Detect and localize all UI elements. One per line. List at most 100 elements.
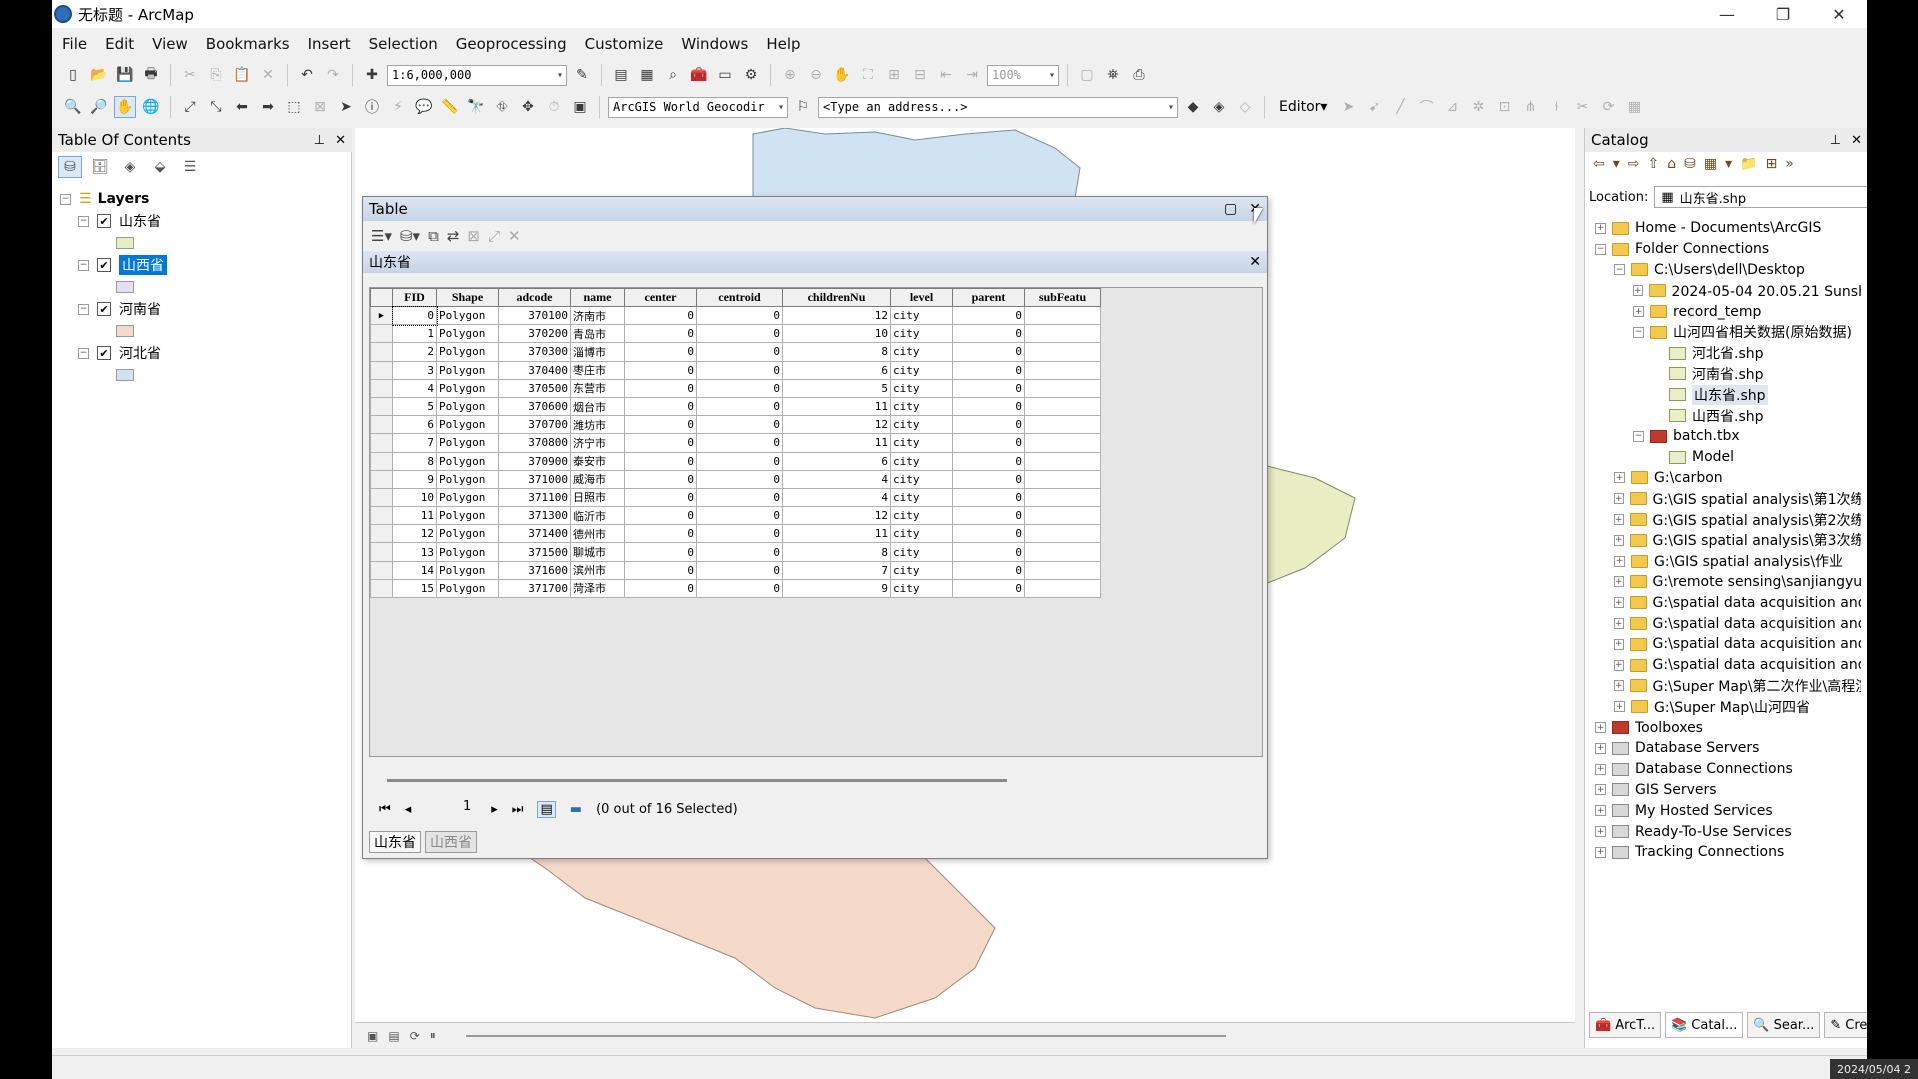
catalog-item-label[interactable]: G:\GIS spatial analysis\第2次练习\2 <box>1653 510 1861 530</box>
table-cell[interactable]: Polygon <box>436 415 499 435</box>
table-cell[interactable]: 3 <box>392 360 437 380</box>
collapse-icon[interactable]: − <box>78 259 89 271</box>
pin-icon[interactable]: ⊥ <box>314 133 325 148</box>
menu-customize[interactable]: Customize <box>585 35 664 53</box>
table-cell[interactable]: 4 <box>782 469 891 489</box>
catalog-item-label[interactable]: C:\Users\dell\Desktop <box>1654 262 1805 278</box>
table-row[interactable]: ▶ 0 Polygon 370100 济南市 0 0 12 city 0 <box>370 305 1101 326</box>
table-cell[interactable]: 潍坊市 <box>570 415 625 435</box>
editor-menu-button[interactable]: Editor▾ <box>1279 99 1327 115</box>
table-cell[interactable]: 10 <box>392 487 437 508</box>
table-horizontal-scrollbar[interactable] <box>369 775 1263 787</box>
table-cell[interactable]: 13 <box>392 542 437 562</box>
horizontal-scrollbar[interactable] <box>465 1034 1226 1037</box>
forward-icon[interactable]: ⇨ <box>1628 156 1640 172</box>
expand-icon[interactable]: + <box>1614 472 1625 484</box>
table-cell[interactable]: city <box>890 578 953 599</box>
review-icon[interactable]: ◇ <box>1234 96 1256 118</box>
georeference-icon[interactable]: ◆ <box>1182 96 1204 118</box>
layer-name[interactable]: 河北省 <box>119 343 161 363</box>
table-cell[interactable]: 370900 <box>498 451 571 471</box>
table-cell[interactable]: 济南市 <box>570 305 625 326</box>
table-cell[interactable]: 0 <box>696 360 783 380</box>
table-cell[interactable]: 0 <box>696 542 783 562</box>
table-cell[interactable]: 371400 <box>498 524 571 544</box>
catalog-item-label[interactable]: batch.tbx <box>1673 428 1740 444</box>
point-icon[interactable]: ✲ <box>1467 96 1489 118</box>
toggle-contents-icon[interactable]: ⊞ <box>1766 156 1778 172</box>
catalog-item-label[interactable]: Model <box>1692 449 1734 465</box>
table-cell[interactable]: 菏泽市 <box>570 578 625 599</box>
table-cell[interactable]: 370500 <box>498 378 571 398</box>
forward-extent-icon[interactable]: ➡ <box>257 96 279 118</box>
row-selector[interactable] <box>370 324 393 344</box>
table-cell[interactable]: 0 <box>952 433 1025 453</box>
table-cell[interactable] <box>1024 378 1101 398</box>
clear-selection-icon[interactable]: ⊠ <box>309 96 331 118</box>
table-cell[interactable]: 7 <box>782 560 891 580</box>
row-selector[interactable] <box>370 469 393 489</box>
table-cell[interactable]: 5 <box>392 396 437 417</box>
row-selector[interactable] <box>370 542 393 562</box>
table-cell[interactable]: 威海市 <box>570 469 625 489</box>
delete-icon[interactable]: ✕ <box>257 64 279 86</box>
full-extent-icon[interactable]: 🌐 <box>140 96 162 118</box>
catalog-item[interactable]: + My Hosted Services <box>1589 800 1861 821</box>
end-point-arc-icon[interactable]: ⌒ <box>1415 96 1437 118</box>
menu-bookmarks[interactable]: Bookmarks <box>206 35 290 53</box>
expand-icon[interactable]: + <box>1614 659 1624 671</box>
table-cell[interactable]: 0 <box>696 415 783 435</box>
table-cell[interactable]: 0 <box>624 360 697 380</box>
table-cell[interactable]: 0 <box>952 360 1025 380</box>
table-cell[interactable] <box>1024 433 1101 453</box>
catalog-item-label[interactable]: G:\spatial data acquisition and mar <box>1653 595 1861 611</box>
catalog-item[interactable]: + Tracking Connections <box>1589 842 1861 863</box>
catalog-item-label[interactable]: G:\GIS spatial analysis\第3次练习 (: <box>1653 530 1861 550</box>
map-scale-combo[interactable]: 1:6,000,000 ▾ <box>387 64 567 86</box>
viewer-window-icon[interactable]: ▣ <box>569 96 591 118</box>
menu-help[interactable]: Help <box>766 35 800 53</box>
table-cell[interactable]: city <box>890 487 953 508</box>
row-selector[interactable] <box>370 342 393 362</box>
catalog-item[interactable]: + Database Servers <box>1589 738 1861 759</box>
collapse-icon[interactable]: − <box>60 193 71 205</box>
fixed-zoom-in-icon[interactable]: ⤢ <box>179 96 201 118</box>
catalog-item[interactable]: Model <box>1589 447 1861 468</box>
catalog-item-label[interactable]: G:\carbon <box>1654 470 1723 486</box>
table-cell[interactable]: 0 <box>952 396 1025 417</box>
row-selector[interactable] <box>370 360 393 380</box>
pause-drawing-icon[interactable]: ⏸ <box>430 1028 436 1043</box>
python-window-icon[interactable]: ▭ <box>714 64 736 86</box>
hyperlink-icon[interactable]: ⚡ <box>387 96 409 118</box>
row-selector[interactable] <box>370 433 393 453</box>
expand-icon[interactable]: + <box>1614 576 1624 588</box>
table-cell[interactable]: 0 <box>624 542 697 562</box>
previous-record-icon[interactable]: ◂ <box>405 802 412 817</box>
table-row[interactable]: 15 Polygon 371700 菏泽市 0 0 9 city 0 <box>370 578 1101 599</box>
table-cell[interactable]: city <box>890 433 953 453</box>
table-cell[interactable]: 0 <box>696 324 783 344</box>
table-cell[interactable]: 德州市 <box>570 524 625 544</box>
layer-item[interactable]: − ✔ 山东省 <box>60 210 167 232</box>
arctoolbox-icon[interactable]: 🧰 <box>688 64 710 86</box>
table-cell[interactable]: city <box>890 378 953 398</box>
table-cell[interactable]: 371000 <box>498 469 571 489</box>
layer-name[interactable]: 山东省 <box>119 211 161 231</box>
table-row[interactable]: 4 Polygon 370500 东营市 0 0 5 city 0 <box>370 378 1101 398</box>
table-cell[interactable]: 青岛市 <box>570 324 625 344</box>
straight-segment-icon[interactable]: ╱ <box>1389 96 1411 118</box>
search-window-icon[interactable]: ⌕ <box>662 64 684 86</box>
catalog-item-label[interactable]: G:\spatial data acquisition and mar <box>1653 657 1861 673</box>
list-by-drawing-order-icon[interactable]: ⛁ <box>58 156 82 178</box>
more-tools-icon[interactable]: » <box>1785 156 1794 172</box>
table-cell[interactable] <box>1024 506 1101 526</box>
catalog-item-label[interactable]: Toolboxes <box>1635 720 1703 736</box>
show-all-records-icon[interactable]: ▤ <box>537 800 556 818</box>
collapse-icon[interactable]: − <box>1595 243 1606 255</box>
catalog-item[interactable]: − Folder Connections <box>1589 239 1861 260</box>
layer-symbol-swatch[interactable] <box>116 369 134 381</box>
row-selector[interactable] <box>370 396 393 417</box>
find-icon[interactable]: 🔭 <box>465 96 487 118</box>
menu-windows[interactable]: Windows <box>681 35 748 53</box>
table-row[interactable]: 3 Polygon 370400 枣庄市 0 0 6 city 0 <box>370 360 1101 380</box>
